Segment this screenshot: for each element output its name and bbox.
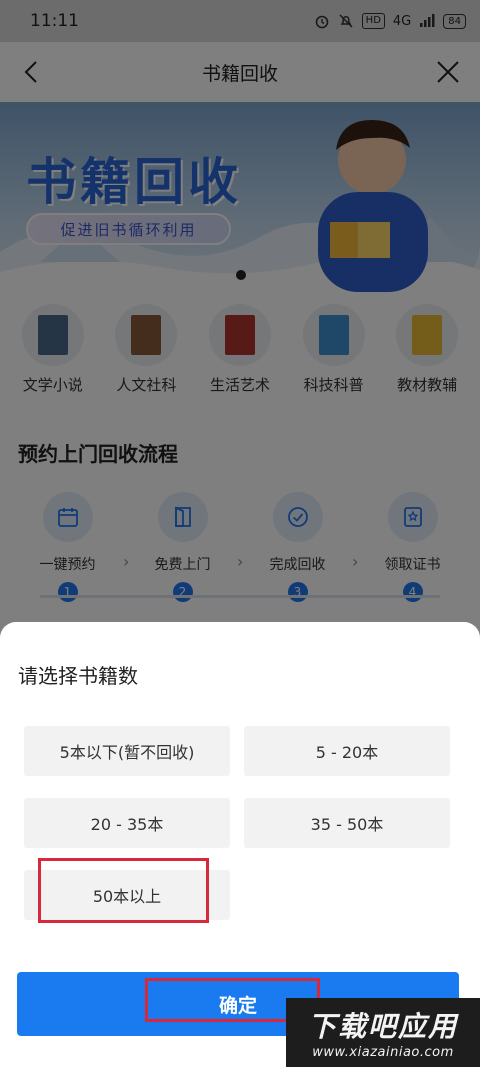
watermark-url: www.xiazainiao.com bbox=[312, 1045, 454, 1060]
option-under-5[interactable]: 5本以下(暂不回收) bbox=[24, 726, 230, 776]
watermark-logo: 下载吧应用 www.xiazainiao.com bbox=[286, 998, 480, 1067]
option-35-50[interactable]: 35 - 50本 bbox=[244, 798, 450, 848]
watermark-main: 下载吧应用 bbox=[307, 1010, 458, 1043]
option-20-35[interactable]: 20 - 35本 bbox=[24, 798, 230, 848]
option-over-50[interactable]: 50本以上 bbox=[24, 870, 230, 920]
sheet-title: 请选择书籍数 bbox=[18, 664, 138, 688]
option-5-20[interactable]: 5 - 20本 bbox=[244, 726, 450, 776]
